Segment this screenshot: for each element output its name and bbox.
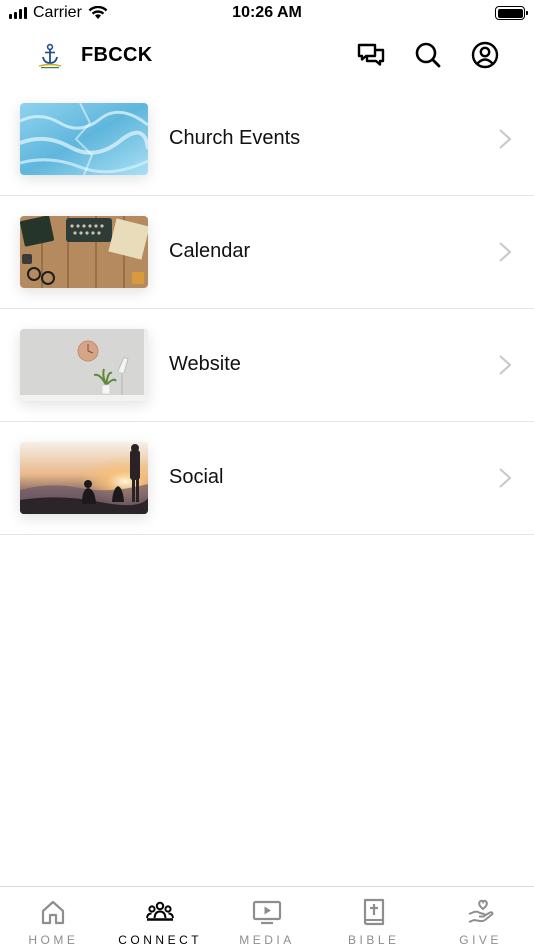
tab-label: BIBLE [348,933,400,947]
chevron-right-icon [499,242,512,262]
status-time: 10:26 AM [232,4,302,21]
tab-label: HOME [28,933,79,947]
connect-list: Church Events Calendar Website Social [0,83,534,535]
item-label: Church Events [169,127,301,149]
wall-clock-plant-thumbnail [20,329,148,401]
chevron-right-icon [499,129,512,149]
home-icon [42,900,65,925]
search-icon[interactable] [413,40,443,70]
battery-icon [495,6,528,20]
tab-label: GIVE [459,933,502,947]
church-logo-icon [38,43,62,69]
item-label: Social [169,466,224,488]
tab-connect[interactable]: CONNECT [107,887,214,950]
play-screen-icon [252,900,282,925]
book-cross-icon [363,898,384,926]
tab-label: CONNECT [118,933,203,947]
list-item-church-events[interactable]: Church Events [0,83,534,196]
bottom-tab-bar: HOME CONNECT MEDIA BIBLE GIVE [0,886,534,950]
list-item-calendar[interactable]: Calendar [0,196,534,309]
list-item-website[interactable]: Website [0,309,534,422]
heart-hand-icon [468,899,494,923]
app-title: FBCCK [81,44,153,66]
blue-water-thumbnail [20,103,148,175]
people-icon [146,901,175,921]
tab-home[interactable]: HOME [0,887,107,950]
chevron-right-icon [499,468,512,488]
chat-icon[interactable] [356,40,386,70]
tab-bible[interactable]: BIBLE [320,887,427,950]
chevron-right-icon [499,355,512,375]
item-label: Calendar [169,240,251,262]
status-bar: Carrier 10:26 AM [0,0,534,28]
desk-typewriter-thumbnail [20,216,148,288]
tab-label: MEDIA [239,933,295,947]
sunset-people-thumbnail [20,442,148,514]
tab-media[interactable]: MEDIA [214,887,321,950]
tab-give[interactable]: GIVE [427,887,534,950]
item-label: Website [169,353,241,375]
list-item-social[interactable]: Social [0,422,534,535]
app-header: FBCCK [0,34,534,76]
account-icon[interactable] [470,40,500,70]
